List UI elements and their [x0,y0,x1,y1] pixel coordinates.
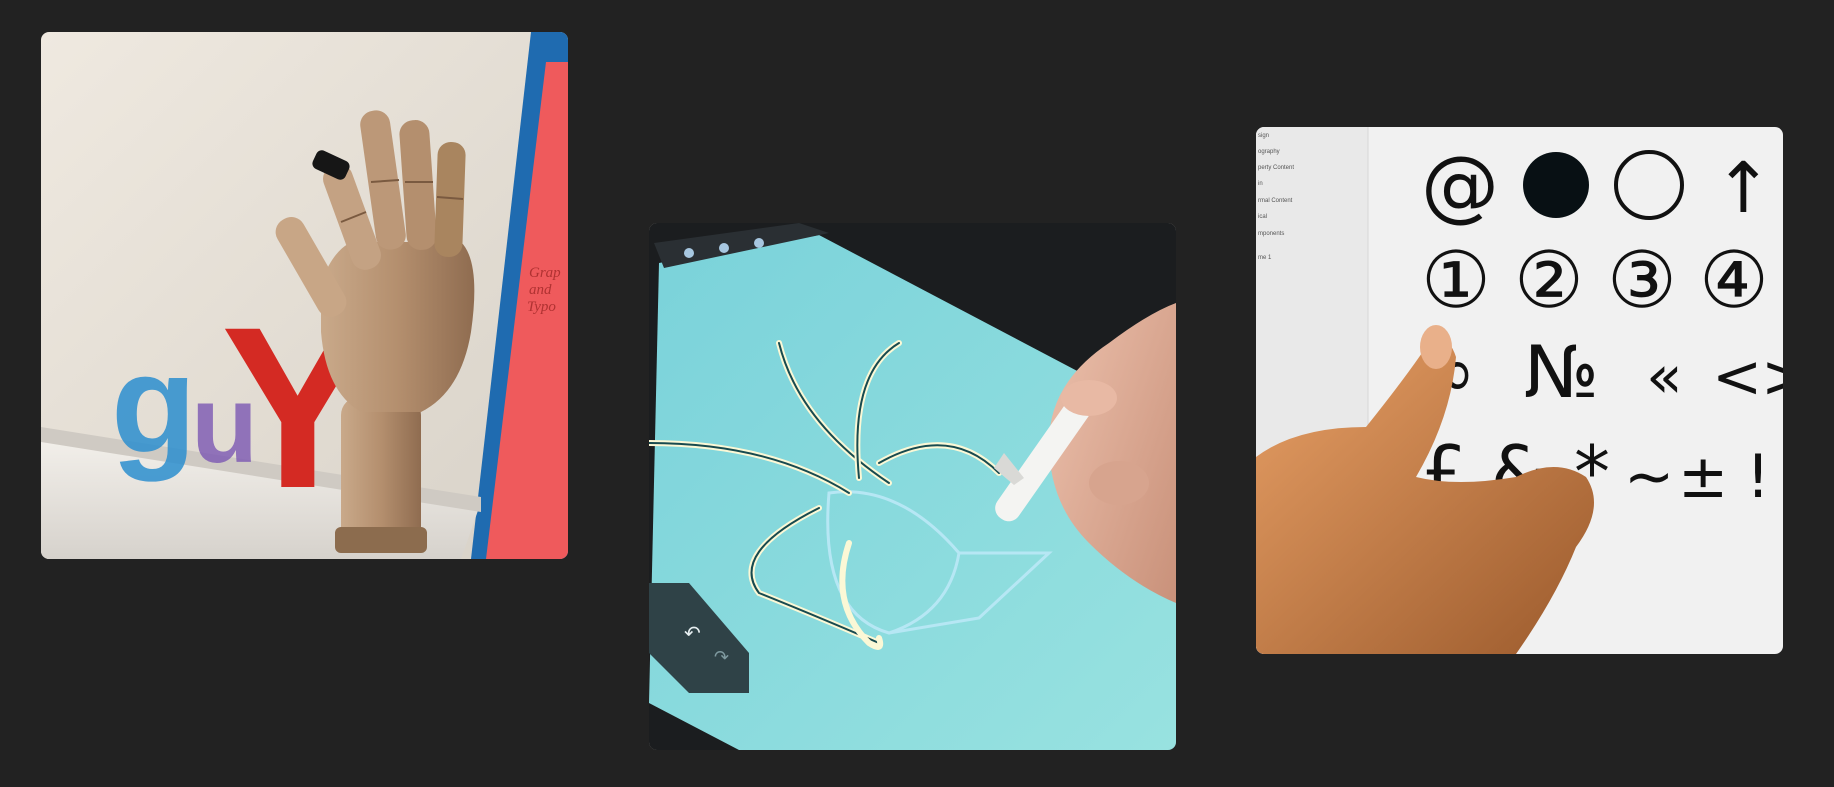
svg-text:↶: ↶ [684,621,701,645]
svg-text:↑: ↑ [1714,147,1773,229]
svg-text:②: ② [1514,236,1584,326]
svg-text:>: > [1761,342,1783,412]
svg-text:g: g [111,325,197,482]
svg-text:sign: sign [1258,133,1269,139]
svg-text:①: ① [1421,236,1491,326]
svg-text:in: in [1258,181,1263,187]
svg-text:«: « [1646,342,1683,412]
glyph-screen-photo[interactable]: sign ography perty Content in rmal Conte… [1256,127,1783,654]
svg-text:~: ~ [1624,442,1674,512]
svg-text:ical: ical [1258,214,1267,220]
svg-text:me 1: me 1 [1258,255,1272,261]
svg-text:<: < [1712,342,1762,412]
svg-text:±: ± [1678,442,1728,512]
svg-text:and: and [529,282,552,298]
svg-text:perty Content: perty Content [1258,165,1294,171]
wooden-hand-photo[interactable]: Grap and Typo g u Y [41,32,568,559]
svg-text:№: № [1524,330,1599,414]
svg-text:↷: ↷ [714,647,729,668]
tablet-drawing-photo[interactable]: ↶ ↷ [649,223,1176,750]
svg-text:!: ! [1746,442,1770,512]
svg-text:rmal Content: rmal Content [1258,198,1293,204]
svg-text:@: @ [1421,141,1499,231]
svg-text:Grap: Grap [529,265,561,281]
svg-text:③: ③ [1607,236,1677,326]
svg-text:Typo: Typo [527,299,556,315]
svg-text:④: ④ [1699,236,1769,326]
svg-text:mponents: mponents [1258,231,1284,237]
svg-text:ography: ography [1258,149,1280,155]
